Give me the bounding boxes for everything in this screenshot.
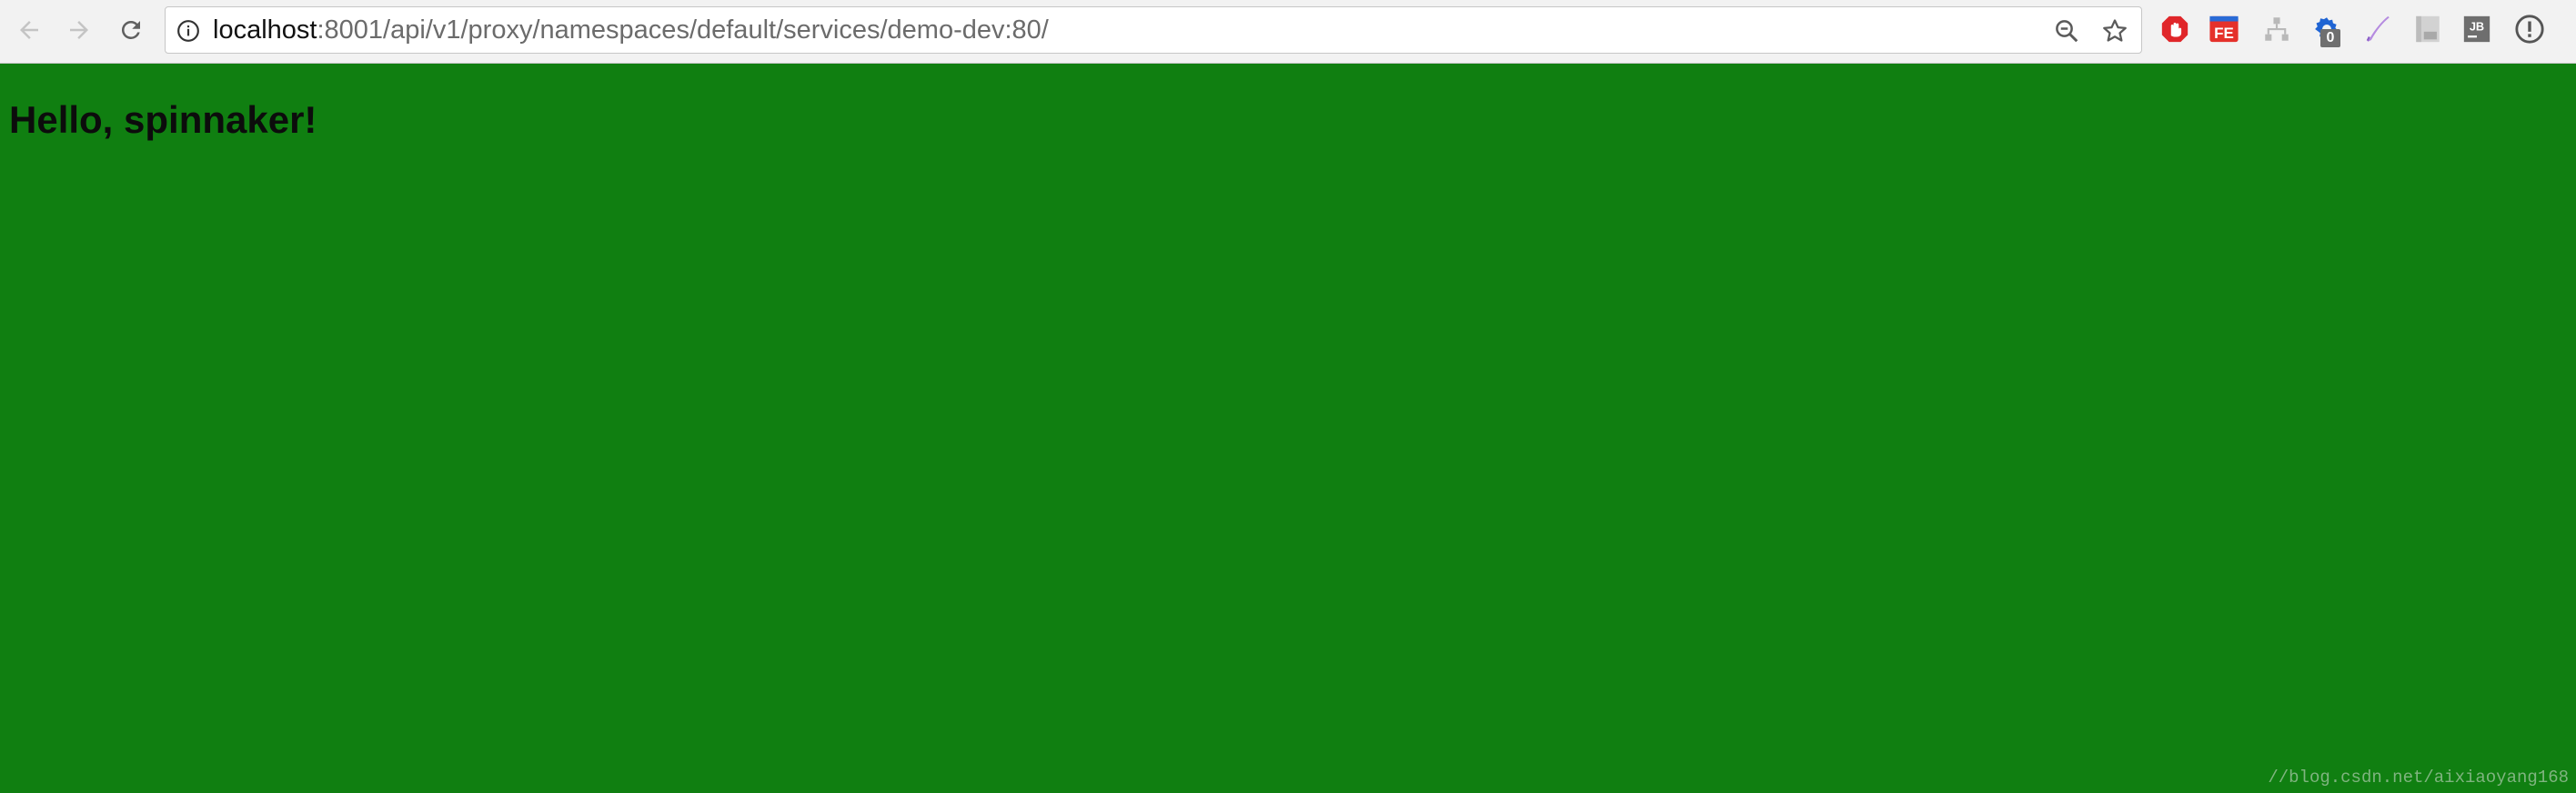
url-path: :8001/api/v1/proxy/namespaces/default/se… [317, 15, 1049, 45]
adblock-icon[interactable] [2159, 14, 2190, 45]
fe-icon[interactable]: FE [2209, 14, 2239, 45]
star-icon[interactable] [2101, 17, 2128, 45]
address-bar[interactable]: localhost:8001/api/v1/proxy/namespaces/d… [165, 6, 2142, 54]
browser-toolbar: localhost:8001/api/v1/proxy/namespaces/d… [0, 0, 2576, 64]
svg-text:JB: JB [2470, 19, 2484, 33]
pen-icon[interactable] [2362, 14, 2393, 45]
pdf-icon[interactable] [2412, 14, 2443, 45]
url-host: localhost [213, 15, 317, 45]
reload-button[interactable] [113, 12, 149, 48]
forward-button[interactable] [61, 12, 97, 48]
page-heading: Hello, spinnaker! [9, 98, 317, 141]
info-icon[interactable] [176, 19, 200, 43]
info-circle-icon[interactable] [2514, 14, 2545, 45]
forward-arrow-icon [70, 21, 88, 39]
watermark-text: //blog.csdn.net/aixiaoyang168 [2268, 768, 2569, 788]
url-text[interactable]: localhost:8001/api/v1/proxy/namespaces/d… [213, 7, 1049, 53]
reload-icon [121, 20, 140, 39]
svg-text:FE: FE [2214, 25, 2234, 42]
extension-badge: 0 [2320, 29, 2340, 47]
back-button[interactable] [11, 12, 47, 48]
org-chart-icon[interactable] [2261, 14, 2292, 45]
back-arrow-icon [20, 21, 38, 39]
jb-icon[interactable]: JB [2461, 14, 2492, 45]
zoom-out-icon[interactable] [2053, 17, 2080, 45]
